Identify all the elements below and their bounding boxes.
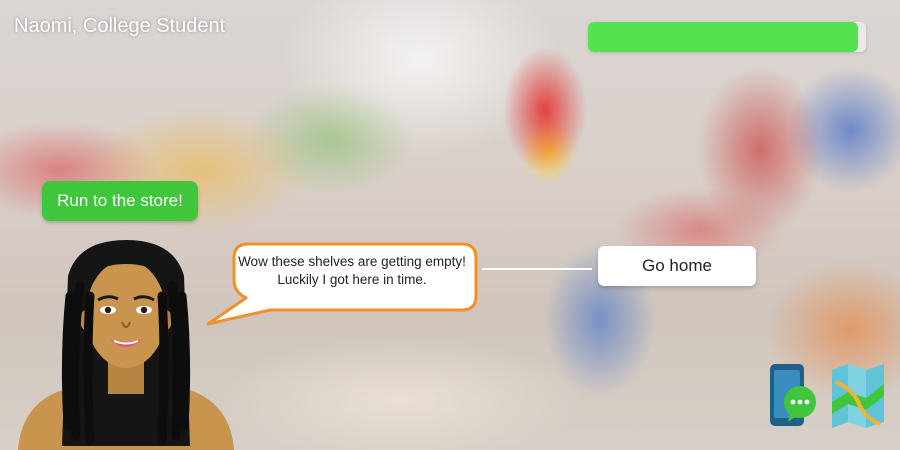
character-name: Naomi, College Student [14, 15, 226, 37]
phone-chat-icon[interactable] [768, 362, 818, 430]
choice-connector-line [482, 268, 592, 270]
character-avatar [18, 240, 234, 450]
map-icon[interactable] [830, 362, 886, 428]
status-bar-fill [588, 22, 858, 52]
go-home-button[interactable]: Go home [598, 246, 756, 286]
run-to-store-button[interactable]: Run to the store! [42, 181, 198, 221]
status-bar [588, 22, 866, 52]
game-scene: Naomi, College Student Run to the store!… [0, 0, 900, 450]
speech-text: Wow these shelves are getting empty! Luc… [238, 254, 466, 287]
